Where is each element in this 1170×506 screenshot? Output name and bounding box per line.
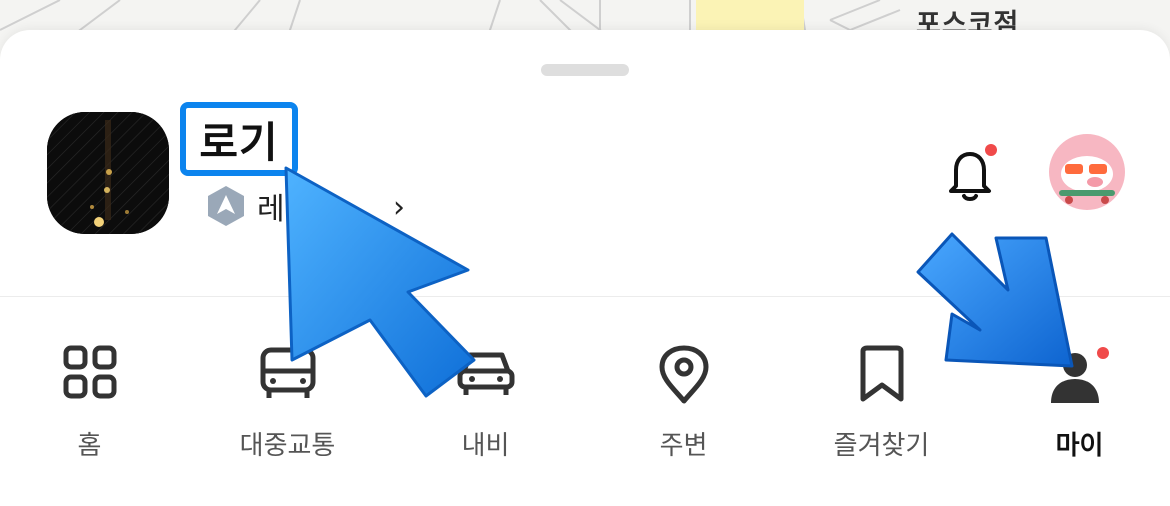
tab-favorites-label: 즐겨찾기	[833, 431, 930, 461]
tab-my-label: 마이	[1055, 431, 1104, 461]
sheet-grabber-handle[interactable]	[541, 64, 629, 76]
car-icon	[457, 352, 514, 395]
character-avatar-icon	[1059, 156, 1115, 204]
tab-favorites[interactable]: 즐겨찾기	[784, 297, 979, 506]
profile-name-highlight[interactable]: 로기	[180, 102, 298, 176]
tab-nearby-label: 주변	[659, 431, 708, 461]
level-text: 레	[257, 192, 285, 227]
profile-photo[interactable]	[47, 112, 169, 234]
character-avatar-button[interactable]	[1049, 134, 1125, 210]
tab-nearby[interactable]: 주변	[586, 297, 781, 506]
bookmark-icon	[860, 345, 903, 402]
tab-my[interactable]: 마이	[982, 297, 1170, 506]
bottom-tab-bar: 홈 대중교통 내비 주변 즐겨찾기 마이	[0, 296, 1170, 506]
tab-home[interactable]: 홈	[0, 297, 187, 506]
my-tab-badge	[1096, 347, 1109, 359]
profile-level-row[interactable]: 레 ›	[205, 184, 405, 228]
person-icon	[1050, 347, 1109, 403]
profile-name: 로기	[199, 117, 279, 167]
tab-transit-label: 대중교통	[239, 431, 336, 461]
bell-icon	[949, 144, 997, 201]
tab-home-label: 홈	[77, 431, 102, 461]
level-badge-icon	[208, 186, 244, 226]
bus-icon	[260, 347, 315, 398]
tab-transit[interactable]: 대중교통	[190, 297, 385, 506]
notification-badge	[985, 144, 997, 156]
tab-navi-label: 내비	[461, 431, 510, 461]
notification-button[interactable]	[940, 142, 1000, 204]
location-pin-icon	[659, 345, 708, 404]
chevron-right-icon: ›	[393, 190, 405, 225]
grid-icon	[63, 345, 116, 399]
tab-navi[interactable]: 내비	[388, 297, 583, 506]
